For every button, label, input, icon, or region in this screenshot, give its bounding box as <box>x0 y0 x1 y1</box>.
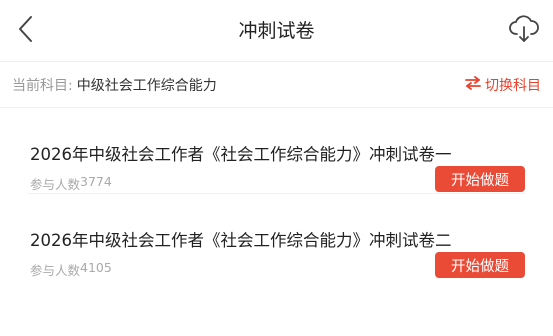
participant-count-value: 3774 <box>80 174 112 189</box>
cloud-download-icon <box>508 13 540 49</box>
list-item[interactable]: 2026年中级社会工作者《社会工作综合能力》冲刺试卷二 参与人数 4105 开始做… <box>28 194 525 280</box>
participant-count-label: 参与人数 <box>30 177 81 192</box>
exam-list: 2026年中级社会工作者《社会工作综合能力》冲刺试卷一 参与人数 3774 开始做… <box>0 108 553 280</box>
exam-title: 2026年中级社会工作者《社会工作综合能力》冲刺试卷二 <box>30 231 452 250</box>
subject-label: 当前科目: <box>12 77 73 94</box>
exam-title: 2026年中级社会工作者《社会工作综合能力》冲刺试卷一 <box>30 145 452 164</box>
subject-bar: 当前科目: 中级社会工作综合能力 切换科目 <box>0 62 553 108</box>
switch-subject-button[interactable]: 切换科目 <box>465 75 541 95</box>
switch-subject-label: 切换科目 <box>485 77 541 94</box>
swap-arrows-icon <box>465 75 485 94</box>
participant-count-label: 参与人数 <box>30 263 81 278</box>
start-exam-button[interactable]: 开始做题 <box>435 166 525 192</box>
participant-count: 参与人数 3774 <box>30 174 112 193</box>
list-item[interactable]: 2026年中级社会工作者《社会工作综合能力》冲刺试卷一 参与人数 3774 开始做… <box>28 108 525 194</box>
participant-count-value: 4105 <box>80 260 112 275</box>
top-bar: 冲刺试卷 <box>0 0 553 62</box>
start-exam-button[interactable]: 开始做题 <box>435 252 525 278</box>
page-title: 冲刺试卷 <box>238 20 315 42</box>
download-button[interactable] <box>507 14 541 48</box>
participant-count: 参与人数 4105 <box>30 260 112 279</box>
subject-name: 中级社会工作综合能力 <box>76 77 217 94</box>
